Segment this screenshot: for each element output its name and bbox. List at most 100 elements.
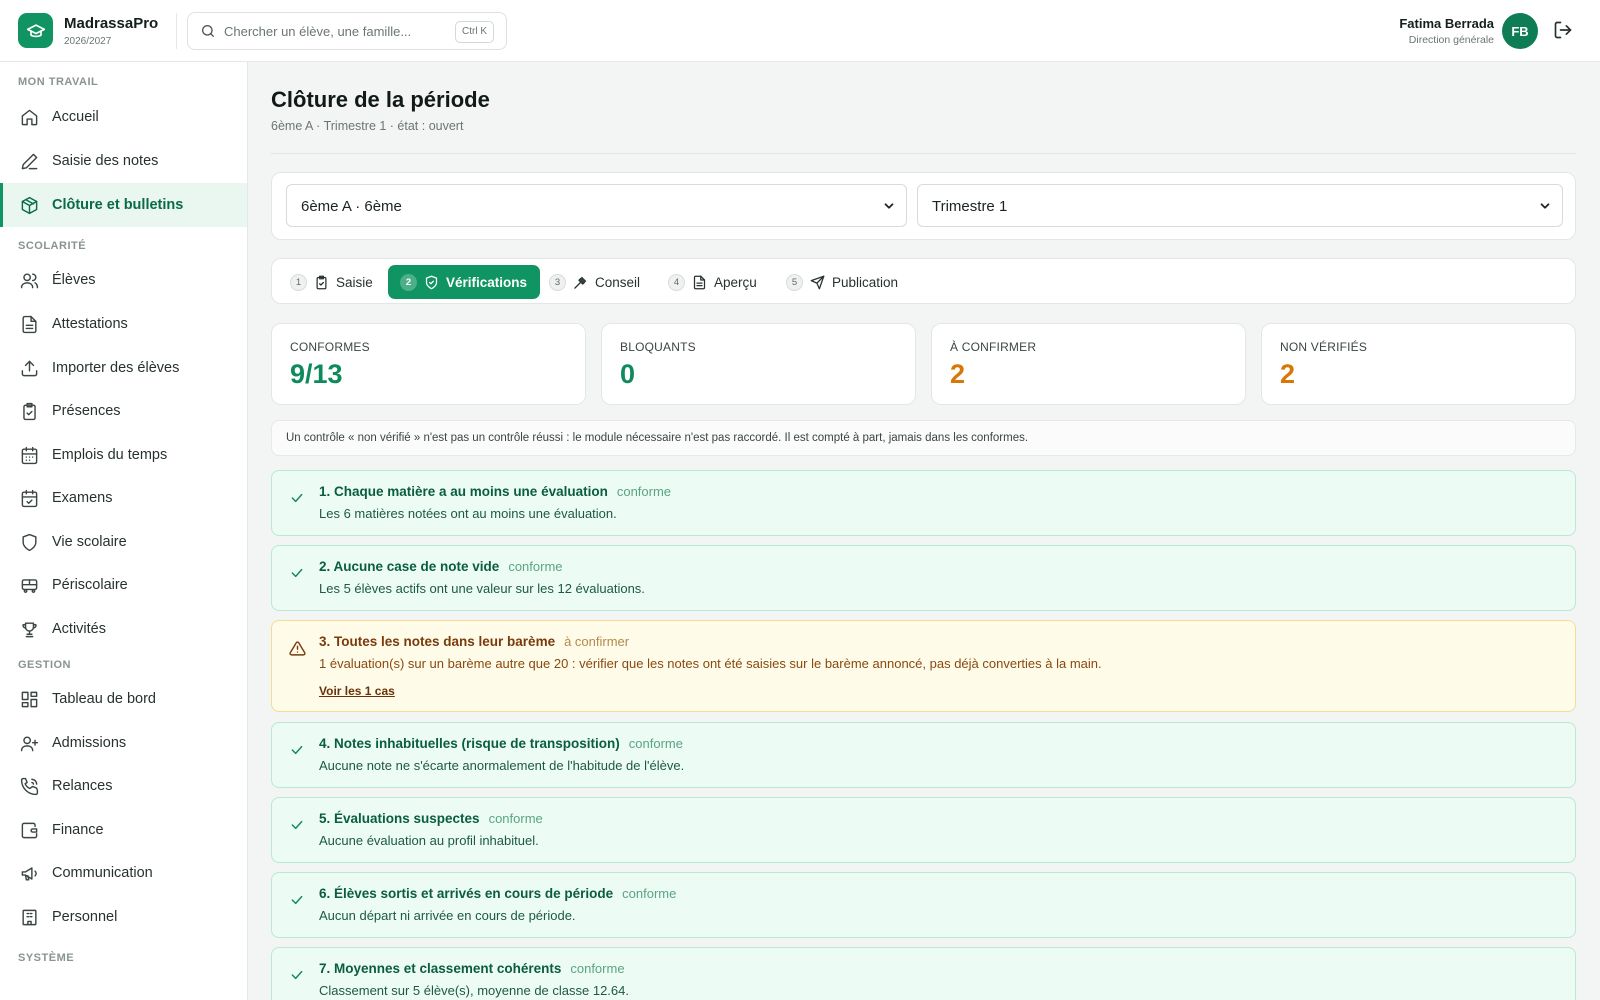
step-number: 3 bbox=[549, 273, 566, 291]
sidebar-item-periscolaire[interactable]: Périscolaire bbox=[0, 563, 247, 607]
check-title-text: 4. Notes inhabituelles (risque de transp… bbox=[319, 736, 620, 751]
check-status: conforme bbox=[622, 886, 677, 901]
avatar[interactable]: FB bbox=[1502, 13, 1538, 49]
stat-label: NON VÉRIFIÉS bbox=[1280, 340, 1368, 354]
sidebar-item-personnel[interactable]: Personnel bbox=[0, 895, 247, 939]
app-name: MadrassaPro bbox=[64, 15, 159, 32]
page-subtitle: 6ème A · Trimestre 1 · état : ouvert bbox=[271, 119, 464, 133]
workflow-steps: 1 Saisie 2 Vérifications 3 Conseil 4 Ape… bbox=[271, 258, 1576, 304]
sidebar-item-label: Personnel bbox=[52, 909, 118, 925]
check-description: Les 6 matières notées ont au moins une é… bbox=[319, 506, 617, 521]
check-item: 7. Moyennes et classement cohérents confo… bbox=[271, 947, 1576, 1000]
check-item: 2. Aucune case de note vide conforme Les … bbox=[271, 545, 1576, 611]
stat-card-conformes: CONFORMES 9/13 bbox=[271, 323, 586, 405]
sidebar-item-emplois-du-temps[interactable]: Emplois du temps bbox=[0, 433, 247, 477]
upload-icon bbox=[21, 360, 38, 376]
sidebar-item-attestations[interactable]: Attestations bbox=[0, 302, 247, 346]
check-title: 5. Évaluations suspectes conforme bbox=[319, 811, 543, 826]
sidebar-section-label: SCOLARITÉ bbox=[18, 240, 87, 252]
top-bar: MadrassaPro 2026/2027 Chercher un élève,… bbox=[0, 0, 1600, 62]
logout-icon[interactable] bbox=[1553, 20, 1573, 40]
check-description: Aucune évaluation au profil inhabituel. bbox=[319, 833, 539, 848]
sidebar-item-label: Admissions bbox=[52, 735, 127, 751]
sidebar-item-label: Emplois du temps bbox=[52, 447, 168, 463]
tab-verifications[interactable]: 2 Vérifications bbox=[388, 265, 541, 299]
package-check-icon bbox=[21, 196, 38, 214]
chevron-down-icon bbox=[884, 203, 894, 209]
period-select[interactable]: Trimestre 1 bbox=[917, 184, 1563, 227]
user-plus-icon bbox=[20, 735, 39, 751]
tab-apercu[interactable]: 4 Aperçu bbox=[668, 265, 757, 299]
chevron-down-icon bbox=[1540, 203, 1550, 209]
sidebar-item-admissions[interactable]: Admissions bbox=[0, 721, 247, 765]
sidebar-item-saisie-notes[interactable]: Saisie des notes bbox=[0, 139, 247, 183]
sidebar-item-label: Attestations bbox=[52, 316, 128, 332]
search-input[interactable]: Chercher un élève, une famille... Ctrl K bbox=[187, 12, 507, 50]
check-title-text: 3. Toutes les notes dans leur barème bbox=[319, 634, 556, 649]
check-icon bbox=[291, 745, 303, 755]
sidebar-item-relances[interactable]: Relances bbox=[0, 764, 247, 808]
stat-card-a-confirmer: À CONFIRMER 2 bbox=[931, 323, 1246, 405]
check-title-text: 2. Aucune case de note vide bbox=[319, 559, 500, 574]
step-number: 2 bbox=[400, 273, 417, 291]
class-select[interactable]: 6ème A · 6ème bbox=[286, 184, 907, 227]
view-cases-link[interactable]: Voir les 1 cas bbox=[319, 684, 395, 698]
wallet-icon bbox=[21, 822, 38, 838]
tab-conseil[interactable]: 3 Conseil bbox=[549, 265, 640, 299]
user-role: Direction générale bbox=[1408, 34, 1494, 46]
check-title: 1. Chaque matière a au moins une évaluat… bbox=[319, 484, 671, 499]
graduation-cap-icon bbox=[26, 23, 45, 37]
check-status: conforme bbox=[508, 559, 563, 574]
check-icon bbox=[291, 568, 303, 578]
check-item: 4. Notes inhabituelles (risque de transp… bbox=[271, 722, 1576, 788]
check-title: 6. Élèves sortis et arrivés en cours de … bbox=[319, 886, 676, 901]
check-title-text: 1. Chaque matière a au moins une évaluat… bbox=[319, 484, 608, 499]
sidebar-item-examens[interactable]: Examens bbox=[0, 476, 247, 520]
sidebar-section-label: GESTION bbox=[18, 659, 72, 671]
sidebar-item-activites[interactable]: Activités bbox=[0, 607, 247, 651]
stat-label: BLOQUANTS bbox=[620, 340, 696, 354]
sidebar-item-cloture[interactable]: Clôture et bulletins bbox=[0, 183, 247, 227]
sidebar-item-label: Vie scolaire bbox=[52, 534, 127, 550]
main-content: Clôture de la période 6ème A · Trimestre… bbox=[248, 62, 1600, 1000]
sidebar-item-label: Tableau de bord bbox=[52, 691, 156, 707]
user-name: Fatima Berrada bbox=[1399, 16, 1494, 31]
step-label: Conseil bbox=[595, 274, 641, 290]
trophy-icon bbox=[22, 621, 37, 637]
info-text: Un contrôle « non vérifié » n'est pas un… bbox=[286, 432, 1029, 444]
sidebar: MON TRAVAIL Accueil Saisie des notes Clô… bbox=[0, 62, 248, 1000]
check-description: 1 évaluation(s) sur un barème autre que … bbox=[319, 656, 1102, 671]
period-select-value: Trimestre 1 bbox=[932, 198, 1008, 215]
gavel-icon bbox=[574, 276, 587, 289]
sidebar-item-finance[interactable]: Finance bbox=[0, 808, 247, 852]
sidebar-item-presences[interactable]: Présences bbox=[0, 389, 247, 433]
step-number: 4 bbox=[668, 273, 685, 291]
clipboard-icon bbox=[316, 275, 327, 289]
calendar-grid-icon bbox=[21, 446, 38, 464]
shield-icon bbox=[22, 533, 37, 551]
tab-publication[interactable]: 5 Publication bbox=[786, 265, 898, 299]
stat-value: 9/13 bbox=[290, 359, 343, 389]
sidebar-item-communication[interactable]: Communication bbox=[0, 851, 247, 895]
sidebar-item-label: Communication bbox=[52, 865, 153, 881]
check-title: 7. Moyennes et classement cohérents confo… bbox=[319, 961, 625, 976]
sidebar-item-label: Importer des élèves bbox=[52, 360, 180, 376]
stat-label: À CONFIRMER bbox=[950, 340, 1037, 354]
send-icon bbox=[810, 275, 825, 289]
check-description: Classement sur 5 élève(s), moyenne de cl… bbox=[319, 983, 629, 998]
sidebar-item-label: Examens bbox=[52, 490, 113, 506]
sidebar-item-label: Activités bbox=[52, 621, 106, 637]
sidebar-item-eleves[interactable]: Élèves bbox=[0, 258, 247, 302]
sidebar-item-label: Présences bbox=[52, 403, 121, 419]
stat-value: 0 bbox=[620, 359, 636, 389]
divider bbox=[176, 13, 177, 49]
sidebar-item-vie-scolaire[interactable]: Vie scolaire bbox=[0, 520, 247, 564]
shield-check-icon bbox=[425, 275, 438, 289]
sidebar-item-tableau-de-bord[interactable]: Tableau de bord bbox=[0, 677, 247, 721]
sidebar-item-accueil[interactable]: Accueil bbox=[0, 95, 247, 139]
tab-saisie[interactable]: 1 Saisie bbox=[290, 265, 373, 299]
app-logo[interactable] bbox=[18, 13, 53, 48]
check-item: 5. Évaluations suspectes conforme Aucune … bbox=[271, 797, 1576, 863]
sidebar-item-importer[interactable]: Importer des élèves bbox=[0, 346, 247, 390]
clipboard-check-icon bbox=[23, 402, 36, 420]
